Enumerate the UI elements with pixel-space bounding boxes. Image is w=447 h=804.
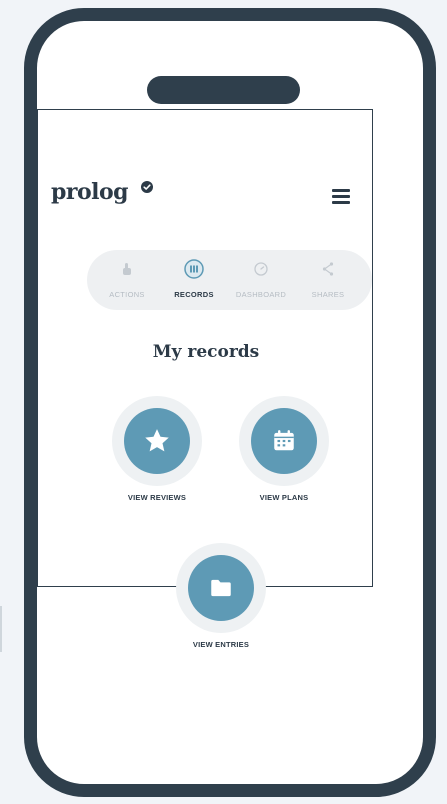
hand-icon bbox=[123, 263, 131, 275]
button-circle bbox=[251, 408, 317, 474]
tab-label: ACTIONS bbox=[109, 290, 145, 299]
records-icon bbox=[184, 259, 204, 279]
tab-label: SHARES bbox=[311, 290, 345, 299]
button-label: VIEW REVIEWS bbox=[127, 493, 187, 502]
share-icon bbox=[322, 262, 334, 276]
tab-label: DASHBOARD bbox=[235, 290, 287, 299]
tab-actions[interactable]: ACTIONS bbox=[97, 250, 157, 310]
app-logo[interactable]: prolog bbox=[51, 179, 129, 205]
tab-dashboard[interactable]: DASHBOARD bbox=[231, 250, 291, 310]
tab-label: RECORDS bbox=[174, 290, 214, 299]
folder-icon bbox=[211, 579, 231, 597]
button-circle bbox=[124, 408, 190, 474]
tab-records[interactable]: RECORDS bbox=[164, 250, 224, 310]
tab-shares[interactable]: SHARES bbox=[298, 250, 358, 310]
button-circle bbox=[188, 555, 254, 621]
phone-speaker bbox=[147, 76, 300, 104]
tab-bar: ACTIONS RECORDS DASHBOARD SHARES bbox=[87, 250, 372, 310]
logo-check-icon bbox=[141, 181, 153, 193]
star-icon bbox=[145, 429, 169, 452]
button-label: VIEW ENTRIES bbox=[192, 640, 250, 649]
background-divider bbox=[0, 606, 2, 652]
app-screen: prolog ACTIONS RECORDS DASHBOARD SHARES … bbox=[37, 109, 373, 649]
dashboard-icon bbox=[254, 262, 268, 276]
hamburger-menu-icon[interactable] bbox=[332, 189, 350, 204]
button-label: VIEW PLANS bbox=[259, 493, 309, 502]
page-title: My records bbox=[152, 342, 260, 362]
calendar-icon bbox=[274, 430, 294, 451]
